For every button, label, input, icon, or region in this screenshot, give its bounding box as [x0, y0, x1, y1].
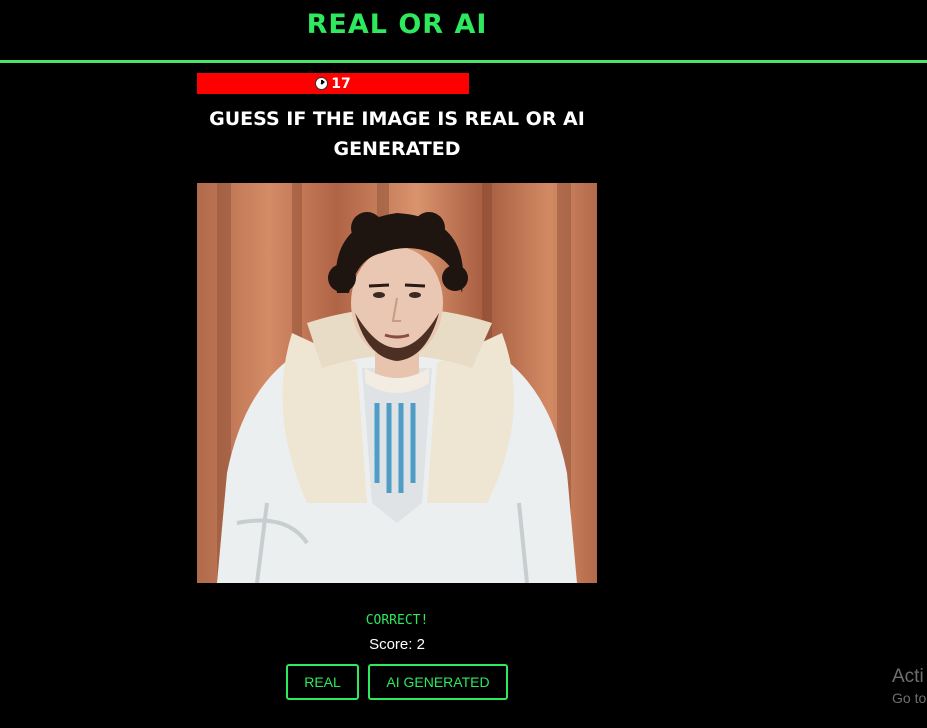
activation-watermark: Acti Go to — [892, 666, 927, 708]
page: REAL OR AI 17 GUESS IF THE IMAGE IS REAL… — [0, 0, 927, 728]
timer-bar: 17 — [197, 73, 469, 94]
timer-value: 17 — [331, 75, 351, 92]
prompt-heading: GUESS IF THE IMAGE IS REAL OR AI GENERAT… — [209, 108, 585, 160]
ai-generated-button[interactable]: AI GENERATED — [368, 664, 508, 700]
real-button[interactable]: REAL — [286, 664, 359, 700]
timer-display: 17 — [197, 73, 469, 94]
clock-icon — [315, 77, 329, 90]
result-feedback: CORRECT! — [365, 613, 429, 628]
header: REAL OR AI — [0, 0, 927, 63]
score-display: Score: 2 — [369, 636, 425, 653]
watermark-subtitle: Go to — [892, 690, 927, 706]
site-title: REAL OR AI — [306, 9, 488, 40]
watermark-title: Acti — [892, 666, 924, 687]
portrait-illustration — [217, 183, 577, 583]
quiz-image — [197, 183, 597, 583]
